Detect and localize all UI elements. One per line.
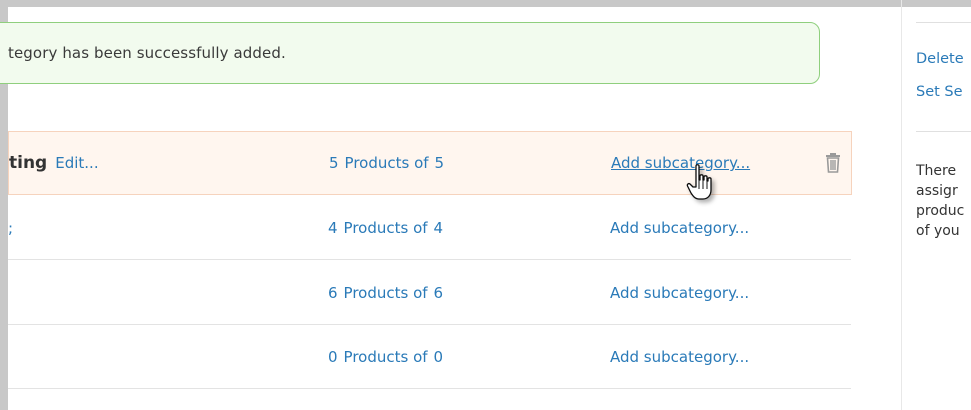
- add-subcategory-link[interactable]: Add subcategory...: [610, 196, 749, 259]
- add-subcategory-link[interactable]: Add subcategory...: [611, 132, 750, 194]
- add-subcategory-link[interactable]: Add subcategory...: [610, 261, 749, 324]
- success-alert-message: tegory has been successfully added.: [8, 44, 286, 62]
- products-count: 6: [328, 283, 338, 302]
- products-count: 4: [328, 218, 338, 237]
- sidebar-info-line: There: [916, 163, 957, 179]
- products-count-link[interactable]: 4 Products of 4: [328, 196, 443, 259]
- category-row: 0 Products of 0 Add subcategory...: [8, 325, 851, 389]
- right-sidebar: Delete Set Se There assigr produc of you: [916, 0, 971, 410]
- category-row: 6 Products of 6 Add subcategory...: [8, 261, 851, 325]
- sidebar-info-line: assigr: [916, 183, 958, 199]
- category-row: ting Edit... 5 Products of 5 Add subcate…: [8, 131, 852, 195]
- products-text: Products of: [344, 154, 429, 172]
- category-name[interactable]: ;: [8, 219, 13, 237]
- products-count: 0: [328, 347, 338, 366]
- trash-icon[interactable]: [824, 152, 842, 174]
- panel-divider: [901, 0, 902, 410]
- products-total: 4: [433, 218, 444, 237]
- sidebar-divider: [916, 22, 971, 23]
- products-count: 5: [329, 154, 339, 172]
- category-name-cell: ting Edit...: [9, 132, 99, 194]
- products-text: Products of: [343, 218, 428, 237]
- products-total: 5: [434, 154, 445, 172]
- products-total: 0: [433, 347, 444, 366]
- add-subcategory-link[interactable]: Add subcategory...: [610, 325, 749, 388]
- products-count-link[interactable]: 0 Products of 0: [328, 325, 443, 388]
- products-text: Products of: [343, 347, 428, 366]
- delete-link[interactable]: Delete: [916, 51, 964, 67]
- category-name-cell: ;: [8, 196, 13, 259]
- products-count-link[interactable]: 6 Products of 6: [328, 261, 443, 324]
- category-row: ; 4 Products of 4 Add subcategory...: [8, 196, 851, 260]
- sidebar-info-line: of you: [916, 223, 960, 239]
- sidebar-info-line: produc: [916, 203, 965, 219]
- window-frame-top: [0, 0, 971, 7]
- category-name: ting: [9, 153, 48, 173]
- products-count-link[interactable]: 5 Products of 5: [329, 132, 444, 194]
- sidebar-divider: [916, 131, 971, 132]
- edit-category-link[interactable]: Edit...: [55, 154, 98, 172]
- set-link[interactable]: Set Se: [916, 84, 963, 100]
- products-total: 6: [433, 283, 444, 302]
- products-text: Products of: [343, 283, 428, 302]
